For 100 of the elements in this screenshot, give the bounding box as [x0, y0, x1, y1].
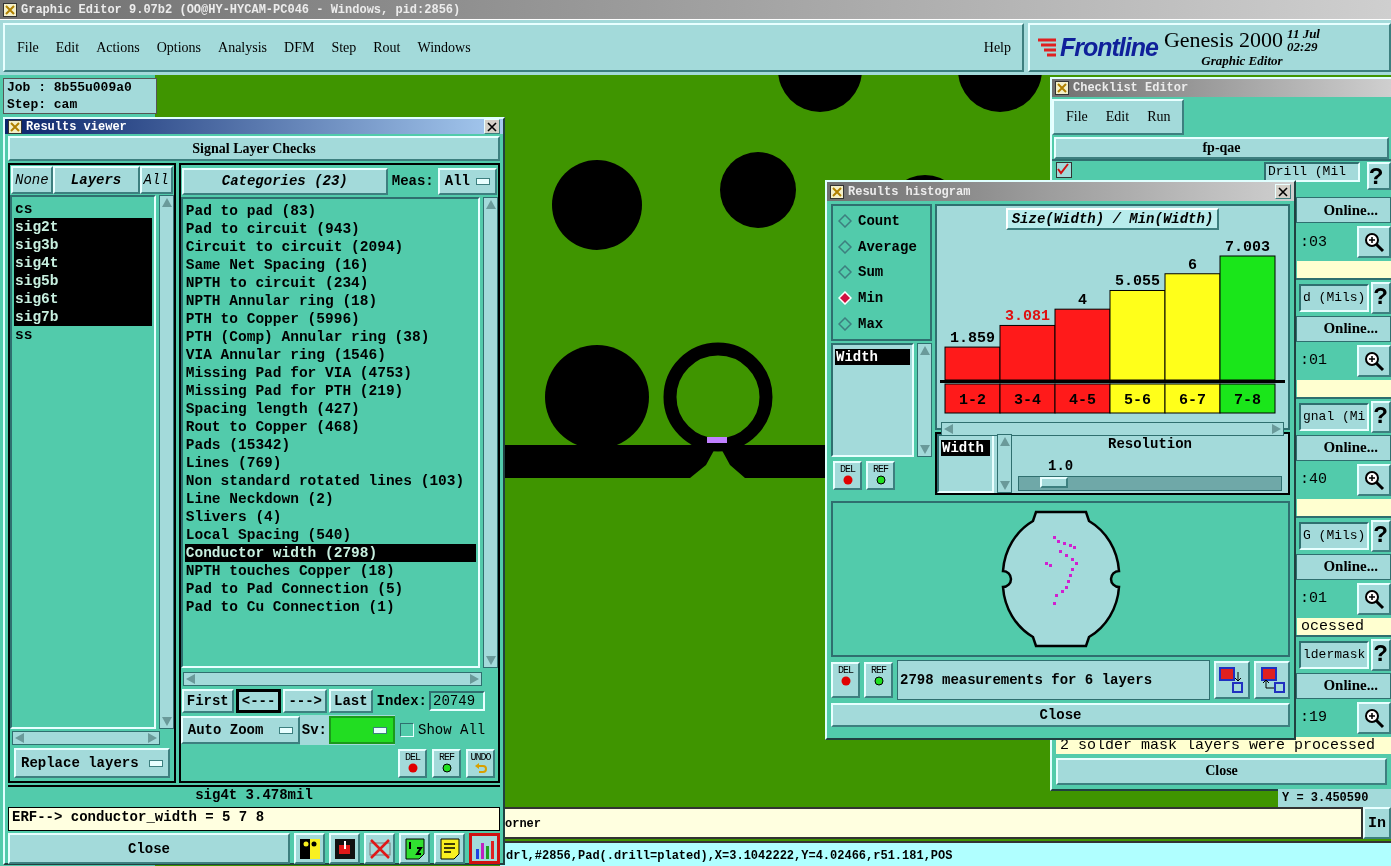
list-item[interactable]: VIA Annular ring (1546)	[184, 346, 476, 364]
list-item[interactable]: NPTH touches Copper (18)	[184, 562, 476, 580]
help-button[interactable]: ?	[1371, 400, 1391, 433]
list-item[interactable]: PTH to Copper (5996)	[184, 310, 476, 328]
meas-dropdown[interactable]: All	[437, 167, 497, 195]
scrollbar[interactable]	[997, 434, 1012, 493]
list-item[interactable]: NPTH to circuit (234)	[184, 274, 476, 292]
replace-dropdown[interactable]: Replace layers	[14, 748, 170, 778]
menu-item[interactable]: Step	[331, 39, 357, 56]
menu-item[interactable]: File	[1066, 109, 1088, 126]
list-item[interactable]: Spacing length (427)	[184, 400, 476, 418]
scrollbar[interactable]	[182, 672, 482, 686]
list-item[interactable]: Missing Pad for VIA (4753)	[184, 364, 476, 382]
menu-item[interactable]: Windows	[417, 39, 471, 56]
zoom-button[interactable]	[1357, 701, 1391, 734]
import-button[interactable]	[1254, 661, 1290, 699]
delete-button[interactable]: DEL	[833, 461, 862, 490]
scrollbar[interactable]	[917, 343, 932, 457]
delete-button[interactable]: DEL	[831, 662, 860, 698]
scrollbar[interactable]	[941, 422, 1284, 436]
radio-button[interactable]	[838, 265, 852, 280]
menu-item[interactable]: Options	[156, 39, 202, 56]
list-item[interactable]: Pads (15342)	[184, 436, 476, 454]
nav-button[interactable]: First	[181, 688, 234, 713]
list-item[interactable]: sig7b	[14, 308, 152, 326]
zoom-button[interactable]	[1357, 582, 1391, 615]
list-item[interactable]: Rout to Copper (468)	[184, 418, 476, 436]
nav-button[interactable]: --->	[283, 688, 327, 713]
checkbox[interactable]	[400, 723, 414, 737]
menu-item[interactable]: Edit	[55, 39, 80, 56]
menu-item[interactable]: Actions	[96, 39, 140, 56]
list-item[interactable]: sig5b	[14, 272, 152, 290]
menu-item[interactable]: Help	[983, 39, 1011, 56]
list-item[interactable]: NPTH Annular ring (18)	[184, 292, 476, 310]
refresh-button[interactable]: REF	[866, 461, 895, 490]
heading-button[interactable]: Signal Layer Checks	[8, 136, 500, 161]
close-button[interactable]: Close	[8, 833, 290, 864]
slider-thumb[interactable]	[1039, 477, 1068, 488]
select-button[interactable]: All	[139, 166, 173, 194]
list-item[interactable]: Local Spacing (540)	[184, 526, 476, 544]
list-item[interactable]: Lines (769)	[184, 454, 476, 472]
tick-icon	[1057, 162, 1069, 175]
scrollbar[interactable]	[12, 731, 160, 745]
list-item[interactable]: Missing Pad for PTH (219)	[184, 382, 476, 400]
zoom-button[interactable]	[1357, 226, 1391, 259]
list-item[interactable]: Slivers (4)	[184, 508, 476, 526]
close-button[interactable]	[1275, 184, 1291, 199]
list-item[interactable]: Conductor width (2798)	[184, 544, 476, 562]
close-button[interactable]: Close	[1056, 757, 1387, 785]
nav-button[interactable]: <---	[235, 688, 282, 713]
list-item[interactable]: Width	[835, 349, 910, 365]
menu-item[interactable]: Edit	[1105, 109, 1130, 126]
list-item[interactable]: ss	[14, 326, 152, 344]
checkbox[interactable]	[1056, 161, 1072, 178]
list-item[interactable]: Line Neckdown (2)	[184, 490, 476, 508]
help-button[interactable]: ?	[1371, 638, 1391, 671]
list-item[interactable]: Pad to Cu Connection (1)	[184, 598, 476, 616]
list-item[interactable]: cs	[14, 200, 152, 218]
list-item[interactable]: sig3b	[14, 236, 152, 254]
undo-button[interactable]: UNDO	[466, 748, 495, 778]
zoom-button[interactable]	[1357, 463, 1391, 496]
close-button[interactable]: Close	[831, 703, 1290, 727]
menu-item[interactable]: Rout	[373, 39, 401, 56]
export-button[interactable]	[1214, 661, 1250, 699]
menu-item[interactable]: File	[17, 39, 39, 56]
zoom-dropdown[interactable]: Auto Zoom	[180, 716, 300, 744]
list-item[interactable]: PTH (Comp) Annular ring (38)	[184, 328, 476, 346]
menu-item[interactable]: Run	[1147, 109, 1171, 126]
list-item[interactable]: Circuit to circuit (2094)	[184, 238, 476, 256]
select-button[interactable]: None	[11, 166, 53, 194]
radio-button[interactable]	[838, 213, 852, 228]
refresh-button[interactable]: REF	[432, 748, 461, 778]
list-item[interactable]: Width	[941, 440, 990, 456]
list-item[interactable]: sig2t	[14, 218, 152, 236]
severity-dropdown[interactable]	[329, 716, 395, 744]
help-button[interactable]: ?	[1367, 161, 1391, 190]
list-item[interactable]: Pad to Pad Connection (5)	[184, 580, 476, 598]
radio-button[interactable]	[838, 239, 852, 254]
list-item[interactable]: Pad to circuit (943)	[184, 220, 476, 238]
list-item[interactable]: Pad to pad (83)	[184, 202, 476, 220]
help-button[interactable]: ?	[1371, 281, 1391, 314]
info-button[interactable]: In	[1363, 807, 1391, 839]
help-button[interactable]: ?	[1371, 519, 1391, 552]
index-field[interactable]: 20749	[429, 690, 486, 711]
scrollbar[interactable]	[158, 195, 174, 729]
list-item[interactable]: sig6t	[14, 290, 152, 308]
list-item[interactable]: Non standard rotated lines (103)	[184, 472, 476, 490]
menu-item[interactable]: Analysis	[218, 39, 268, 56]
menu-item[interactable]: DFM	[284, 39, 315, 56]
slider-track[interactable]	[1018, 476, 1282, 491]
categories-button[interactable]: Categories (23)	[181, 167, 388, 195]
refresh-button[interactable]: REF	[864, 662, 893, 698]
scrollbar[interactable]	[483, 197, 498, 668]
zoom-button[interactable]	[1357, 344, 1391, 377]
list-item[interactable]: sig4t	[14, 254, 152, 272]
delete-button[interactable]: DEL	[398, 748, 427, 778]
close-button[interactable]	[484, 119, 500, 134]
nav-button[interactable]: Last	[329, 688, 373, 713]
radio-button[interactable]	[838, 317, 852, 332]
list-item[interactable]: Same Net Spacing (16)	[184, 256, 476, 274]
